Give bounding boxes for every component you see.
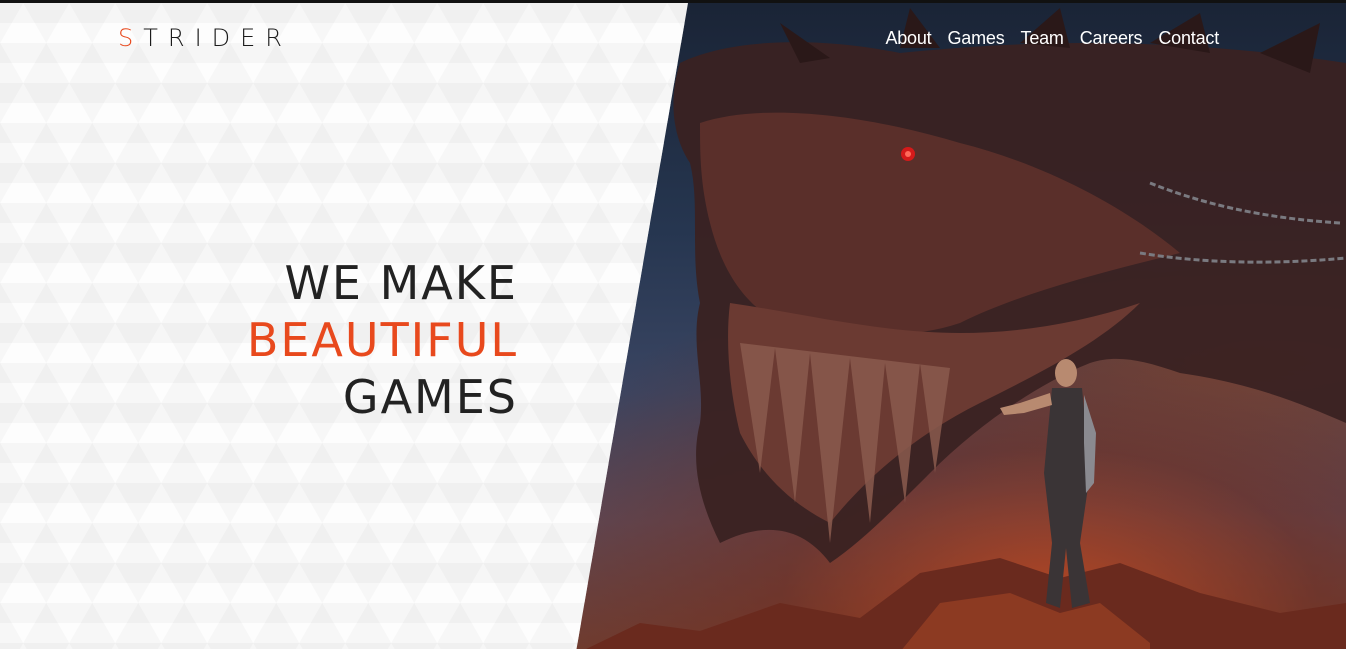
logo-letter-s: S — [118, 24, 144, 52]
nav-link-games[interactable]: Games — [947, 28, 1004, 49]
nav-link-about[interactable]: About — [885, 28, 931, 49]
landing-page: S TRIDER About Games Team Careers Contac… — [0, 0, 1346, 649]
strider-logo[interactable]: S TRIDER — [118, 26, 292, 50]
nav-link-team[interactable]: Team — [1021, 28, 1064, 49]
main-nav: About Games Team Careers Contact — [885, 28, 1219, 49]
headline-line-3: GAMES — [342, 370, 518, 424]
headline-line-1: WE MAKE — [284, 256, 518, 310]
headline-line-2: BEAUTIFUL — [246, 313, 518, 367]
nav-link-careers[interactable]: Careers — [1080, 28, 1143, 49]
nav-link-contact[interactable]: Contact — [1158, 28, 1219, 49]
logo-wordmark: TRIDER — [143, 24, 292, 52]
hero-headline: WE MAKE BEAUTIFUL GAMES — [247, 255, 518, 426]
